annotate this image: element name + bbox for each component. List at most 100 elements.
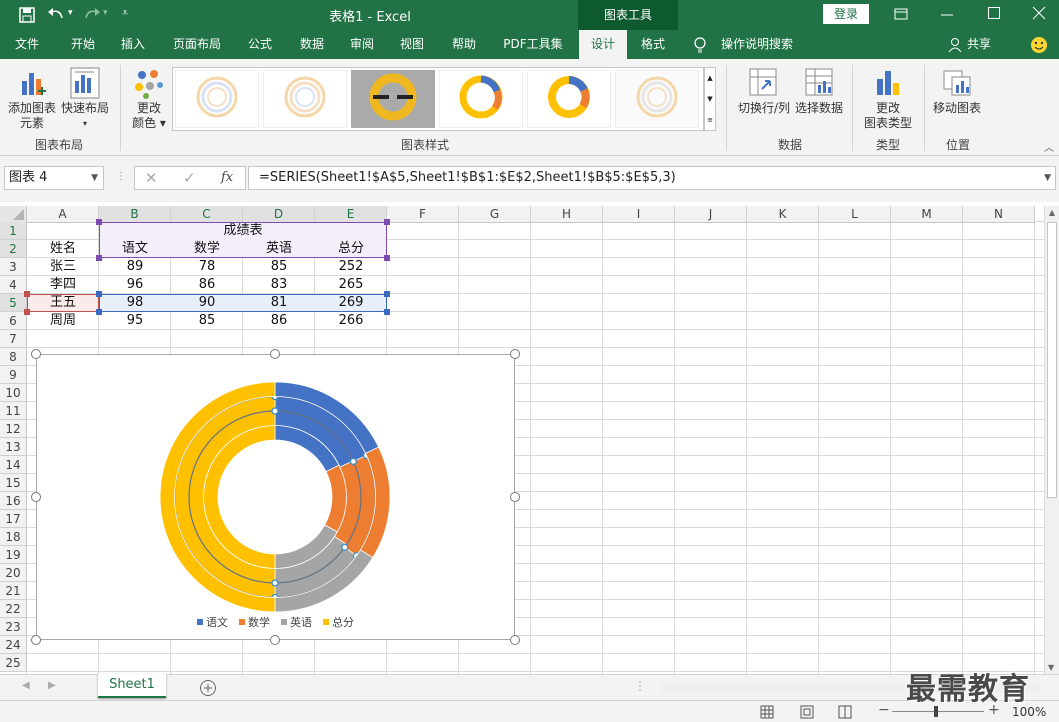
zoom-out-icon[interactable]: − [878,702,890,718]
gallery-up-icon[interactable]: ▲ [705,68,715,89]
formula-input[interactable]: =SERIES(Sheet1!$A$5,Sheet1!$B$1:$E$2,She… [248,166,1056,190]
row-header-9[interactable]: 9 [0,366,27,384]
column-header-b[interactable]: B [99,206,171,223]
header-cell[interactable]: 数学 [171,240,243,258]
row-header-8[interactable]: 8 [0,348,27,366]
legend-label-英语[interactable]: 英语 [290,615,312,629]
undo-dropdown-icon[interactable]: ▾ [68,8,73,18]
column-header-n[interactable]: N [963,206,1035,223]
row-header-2[interactable]: 2 [0,240,27,258]
expand-formula-icon[interactable]: ▼ [1044,167,1051,189]
chart-resize-handle[interactable] [270,635,280,645]
vertical-scrollbar[interactable]: ▲ ▼ [1044,206,1059,674]
chart-resize-handle[interactable] [31,492,41,502]
share-button[interactable]: 共享 [962,30,996,59]
data-cell[interactable]: 252 [315,258,387,276]
series-point-handle[interactable] [349,457,357,466]
select-all-corner[interactable] [0,206,27,223]
header-cell[interactable]: 英语 [243,240,315,258]
row-header-16[interactable]: 16 [0,492,27,510]
chart-style-6[interactable] [615,70,699,128]
data-cell[interactable]: 张三 [27,258,99,276]
data-cell[interactable]: 266 [315,312,387,330]
data-cell[interactable]: 96 [99,276,171,294]
ribbon-display-icon[interactable] [894,8,908,20]
login-button[interactable]: 登录 [823,4,869,24]
doughnut-chart[interactable]: 语文 数学 英语 总分 [36,354,515,640]
chart-style-5[interactable] [527,70,611,128]
row-header-23[interactable]: 23 [0,618,27,636]
data-cell[interactable]: 90 [171,294,243,312]
row-header-15[interactable]: 15 [0,474,27,492]
change-chart-type-button[interactable]: 更改 图表类型 [860,101,916,131]
column-header-c[interactable]: C [171,206,243,223]
data-cell[interactable]: 269 [315,294,387,312]
row-header-24[interactable]: 24 [0,636,27,654]
save-icon[interactable] [18,6,36,24]
row-header-19[interactable]: 19 [0,546,27,564]
row-header-10[interactable]: 10 [0,384,27,402]
chart-resize-handle[interactable] [510,349,520,359]
row-header-21[interactable]: 21 [0,582,27,600]
switch-row-column-button[interactable]: 切换行/列 [734,101,794,116]
data-cell[interactable]: 83 [243,276,315,294]
move-chart-button[interactable]: 移动图表 [928,101,986,116]
sheet-tab-sheet1[interactable]: Sheet1 [98,674,166,698]
row-header-12[interactable]: 12 [0,420,27,438]
row-header-4[interactable]: 4 [0,276,27,294]
column-header-a[interactable]: A [27,206,99,223]
tab-view[interactable]: 视图 [392,30,432,59]
tab-design[interactable]: 设计 [579,30,627,59]
insert-function-icon[interactable]: fx [221,170,233,185]
series-point-handle[interactable] [271,579,279,587]
chart-style-2[interactable] [263,70,347,128]
data-cell[interactable]: 86 [171,276,243,294]
row-header-3[interactable]: 3 [0,258,27,276]
legend-label-总分[interactable]: 总分 [332,615,354,629]
row-header-14[interactable]: 14 [0,456,27,474]
row-header-6[interactable]: 6 [0,312,27,330]
zoom-slider[interactable] [892,711,984,712]
add-chart-element-button[interactable]: 添加图表 元素 [4,101,60,131]
column-header-k[interactable]: K [747,206,819,223]
data-cell[interactable]: 85 [171,312,243,330]
select-data-button[interactable]: 选择数据 [794,101,844,116]
maximize-icon[interactable] [987,6,1001,20]
quick-layout-button[interactable]: 快速布局 ▾ [58,101,112,131]
legend-label-语文[interactable]: 语文 [206,615,228,629]
column-header-g[interactable]: G [459,206,531,223]
tell-me-search[interactable]: 操作说明搜索 [712,30,802,59]
row-header-5[interactable]: 5 [0,294,27,312]
legend-label-数学[interactable]: 数学 [248,615,270,629]
next-sheet-icon[interactable]: ▶ [48,680,56,691]
page-break-view-icon[interactable] [838,705,852,719]
tab-home[interactable]: 开始 [58,30,108,59]
chart-resize-handle[interactable] [31,349,41,359]
row-header-22[interactable]: 22 [0,600,27,618]
page-layout-view-icon[interactable] [800,705,814,719]
scroll-thumb[interactable] [1047,222,1057,498]
add-sheet-icon[interactable] [199,679,217,697]
column-header-i[interactable]: I [603,206,675,223]
normal-view-icon[interactable] [760,705,774,719]
gallery-down-icon[interactable]: ▼ [705,89,715,110]
scroll-down-icon[interactable]: ▼ [1048,663,1054,672]
prev-sheet-icon[interactable]: ◀ [22,680,30,691]
data-cell[interactable]: 89 [99,258,171,276]
name-box[interactable]: 图表 4 ▼ [4,166,104,190]
row-header-20[interactable]: 20 [0,564,27,582]
row-header-17[interactable]: 17 [0,510,27,528]
tab-formulas[interactable]: 公式 [238,30,282,59]
header-cell[interactable]: 语文 [99,240,171,258]
data-cell[interactable]: 85 [243,258,315,276]
header-cell[interactable]: 姓名 [27,240,99,258]
row-header-18[interactable]: 18 [0,528,27,546]
column-header-j[interactable]: J [675,206,747,223]
redo-dropdown-icon[interactable]: ▾ [103,8,108,18]
column-header-e[interactable]: E [315,206,387,223]
chart-resize-handle[interactable] [270,349,280,359]
tab-review[interactable]: 审阅 [342,30,382,59]
data-cell[interactable]: 78 [171,258,243,276]
scroll-up-icon[interactable]: ▲ [1045,208,1059,217]
column-header-f[interactable]: F [387,206,459,223]
